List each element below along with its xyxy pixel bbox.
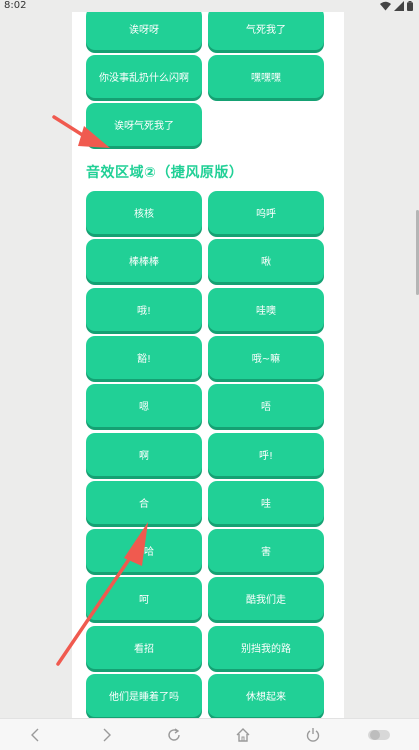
sound-button[interactable]: 核核 (86, 191, 202, 234)
toggle-icon[interactable] (367, 727, 391, 743)
sound-button[interactable]: 他们是睡着了吗 (86, 674, 202, 717)
sound-button[interactable]: 呼! (208, 432, 324, 476)
sound-button[interactable]: 看招 (86, 625, 202, 669)
wifi-icon (380, 1, 391, 11)
sound-button[interactable]: 嗯 (86, 384, 202, 428)
sound-button[interactable]: 你没事乱扔什么闪啊 (86, 55, 202, 98)
sound-button[interactable]: 酷我们走 (208, 577, 324, 621)
sound-button[interactable]: 嘿嘿嘿 (208, 55, 324, 98)
sound-button[interactable]: 啊 (86, 432, 202, 476)
sound-button[interactable]: 哇 (208, 480, 324, 524)
sound-button[interactable]: 合 (86, 480, 202, 524)
sound-button[interactable]: 哈哈 (86, 529, 202, 573)
status-bar: 8:02 (0, 0, 419, 12)
sound-button[interactable]: 唔 (208, 384, 324, 428)
navigation-bar (0, 718, 419, 750)
status-icons (380, 1, 413, 11)
sound-button[interactable]: 哦~嘛 (208, 335, 324, 379)
sound-button[interactable]: 诶呀呀 (86, 12, 202, 50)
refresh-icon[interactable] (166, 727, 182, 743)
battery-icon (407, 1, 413, 11)
back-icon[interactable] (28, 727, 44, 743)
sound-button[interactable]: 诶呀气死我了 (86, 103, 202, 146)
forward-icon[interactable] (98, 727, 114, 743)
sound-button[interactable]: 哇噢 (208, 287, 324, 331)
sound-board-panel[interactable]: 诶呀呀 气死我了 你没事乱扔什么闪啊 嘿嘿嘿 诶呀气死我了 音效区域②（捷风原版） 核核… (72, 12, 344, 718)
sound-button[interactable]: 豁! (86, 335, 202, 379)
power-icon[interactable] (305, 727, 321, 743)
signal-icon (394, 1, 404, 11)
sound-button[interactable]: 哦! (86, 287, 202, 331)
sound-button[interactable]: 休想起来 (208, 674, 324, 717)
sound-button[interactable]: 呜呼 (208, 191, 324, 234)
section-title: 音效区域②（捷风原版） (86, 165, 244, 181)
sound-button[interactable]: 啾 (208, 239, 324, 283)
sound-button[interactable]: 害 (208, 529, 324, 573)
sound-button[interactable]: 棒棒棒 (86, 239, 202, 283)
sound-button[interactable]: 气死我了 (208, 12, 324, 50)
home-icon[interactable] (235, 727, 251, 743)
status-time: 8:02 (4, 0, 27, 11)
sound-button[interactable]: 呵 (86, 577, 202, 621)
sound-button[interactable]: 别挡我的路 (208, 625, 324, 669)
